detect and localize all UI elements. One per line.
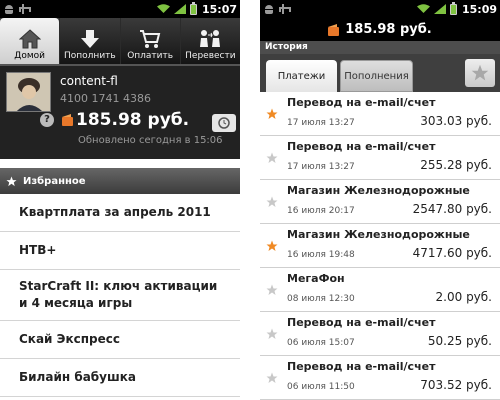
- tab-topup[interactable]: Пополнить: [59, 18, 119, 64]
- history-screen: 15:09 185.98 руб. История Платежи Пополн…: [260, 0, 500, 400]
- favorites-filter-button[interactable]: [465, 59, 495, 87]
- star-empty-icon[interactable]: [266, 328, 278, 340]
- favorite-item[interactable]: Скай Экспресс: [0, 321, 240, 359]
- account-number: 4100 1741 4386: [60, 92, 151, 105]
- favorites-title: Избранное: [23, 175, 86, 187]
- transaction-title: Магазин Железнодорожные: [287, 184, 470, 197]
- star-icon: [471, 64, 489, 81]
- transaction-amount: 703.52 руб.: [420, 378, 492, 392]
- android-debug-icon: [4, 4, 14, 14]
- android-debug-icon: [264, 4, 274, 14]
- status-time: 15:07: [201, 2, 237, 16]
- main-tab-bar: Домой Пополнить Оплатить Перевести: [0, 18, 240, 64]
- transaction-title: Перевод на e-mail/счет: [287, 96, 436, 109]
- transaction-row[interactable]: Магазин Железнодорожные 16 июля 20:17 2547…: [260, 180, 500, 224]
- balance-value: 185.98 руб.: [345, 22, 432, 37]
- transaction-date: 16 июля 19:48: [287, 250, 355, 260]
- tab-home-label: Домой: [14, 51, 45, 61]
- favorite-item[interactable]: Билайн бабушка: [0, 359, 240, 397]
- star-filled-icon[interactable]: [266, 240, 278, 252]
- battery-icon: [449, 1, 457, 15]
- transaction-title: Перевод на e-mail/счет: [287, 140, 436, 153]
- transaction-title: Перевод на e-mail/счет: [287, 360, 436, 373]
- transaction-row[interactable]: Перевод на e-mail/счет 06 июля 15:07 50.25…: [260, 312, 500, 356]
- cart-icon: [140, 30, 161, 48]
- account-updated: Обновлено сегодня в 15:06: [78, 135, 223, 146]
- section-title: История: [260, 41, 500, 54]
- usb-icon: [19, 4, 31, 14]
- transaction-row[interactable]: Перевод на e-mail/счет 06 июля 11:50 703.5…: [260, 356, 500, 400]
- history-button[interactable]: [212, 114, 236, 132]
- transaction-amount: 2547.80 руб.: [412, 202, 492, 216]
- signal-icon: [433, 4, 446, 14]
- transaction-amount: 303.03 руб.: [420, 114, 492, 128]
- transaction-list: Перевод на e-mail/счет 17 июля 13:27 303.0…: [260, 92, 500, 400]
- star-empty-icon[interactable]: [266, 196, 278, 208]
- status-bar: 15:09: [260, 0, 500, 18]
- account-card: content-fl 4100 1741 4386 ? 185.98 руб. …: [0, 64, 240, 159]
- account-name: content-fl: [60, 74, 118, 88]
- transaction-amount: 2.00 руб.: [435, 290, 492, 304]
- transaction-row[interactable]: Магазин Железнодорожные 16 июля 19:48 4717…: [260, 224, 500, 268]
- transaction-amount: 255.28 руб.: [420, 158, 492, 172]
- wallet-icon: [328, 23, 340, 36]
- favorites-header: Избранное: [0, 168, 240, 194]
- help-icon[interactable]: ?: [40, 113, 54, 127]
- tab-transfer[interactable]: Перевести: [179, 18, 240, 64]
- signal-icon: [173, 4, 186, 14]
- transaction-date: 16 июля 20:17: [287, 206, 355, 216]
- account-balance: 185.98 руб.: [76, 110, 190, 130]
- transaction-amount: 4717.60 руб.: [412, 246, 492, 260]
- tab-pay[interactable]: Оплатить: [119, 18, 180, 64]
- home-icon: [18, 29, 41, 49]
- transaction-date: 06 июля 11:50: [287, 382, 355, 392]
- transaction-date: 17 июля 13:27: [287, 118, 355, 128]
- status-time: 15:09: [461, 2, 497, 16]
- transaction-row[interactable]: МегаФон 08 июля 12:30 2.00 руб.: [260, 268, 500, 312]
- battery-icon: [189, 1, 197, 15]
- transaction-date: 17 июля 13:27: [287, 162, 355, 172]
- wifi-icon: [416, 4, 430, 13]
- transaction-date: 06 июля 15:07: [287, 338, 355, 348]
- transaction-date: 08 июля 12:30: [287, 294, 355, 304]
- star-filled-icon[interactable]: [266, 108, 278, 120]
- tab-payments[interactable]: Платежи: [266, 60, 337, 92]
- wallet-icon: [62, 114, 73, 126]
- star-empty-icon[interactable]: [266, 372, 278, 384]
- transaction-row[interactable]: Перевод на e-mail/счет 17 июля 13:27 303.0…: [260, 92, 500, 136]
- favorite-item[interactable]: StarCraft II: ключ активации и 4 месяца …: [0, 270, 240, 321]
- arrow-down-icon: [80, 30, 99, 48]
- favorite-item[interactable]: НТВ+: [0, 232, 240, 270]
- transaction-amount: 50.25 руб.: [427, 334, 492, 348]
- home-screen: 15:07 Домой Пополнить Оплатить Перевести…: [0, 0, 240, 400]
- tab-transfer-label: Перевести: [185, 51, 236, 61]
- favorite-item[interactable]: Квартплата за апрель 2011: [0, 194, 240, 232]
- usb-icon: [279, 4, 291, 14]
- transaction-title: МегаФон: [287, 272, 345, 285]
- history-tabs: Платежи Пополнения: [260, 54, 500, 92]
- transfer-icon: [200, 30, 221, 47]
- star-empty-icon[interactable]: [266, 152, 278, 164]
- status-bar: 15:07: [0, 0, 240, 18]
- avatar: [6, 72, 51, 112]
- clock-icon: [218, 117, 230, 129]
- wifi-icon: [156, 4, 170, 13]
- balance-bar: 185.98 руб.: [260, 18, 500, 41]
- star-empty-icon[interactable]: [266, 284, 278, 296]
- star-icon: [6, 175, 17, 186]
- tab-pay-label: Оплатить: [127, 51, 174, 61]
- tab-topup-label: Пополнить: [64, 51, 116, 61]
- tab-home[interactable]: Домой: [0, 18, 60, 64]
- transaction-title: Магазин Железнодорожные: [287, 228, 470, 241]
- tab-topups[interactable]: Пополнения: [340, 60, 413, 92]
- transaction-row[interactable]: Перевод на e-mail/счет 17 июля 13:27 255.2…: [260, 136, 500, 180]
- transaction-title: Перевод на e-mail/счет: [287, 316, 436, 329]
